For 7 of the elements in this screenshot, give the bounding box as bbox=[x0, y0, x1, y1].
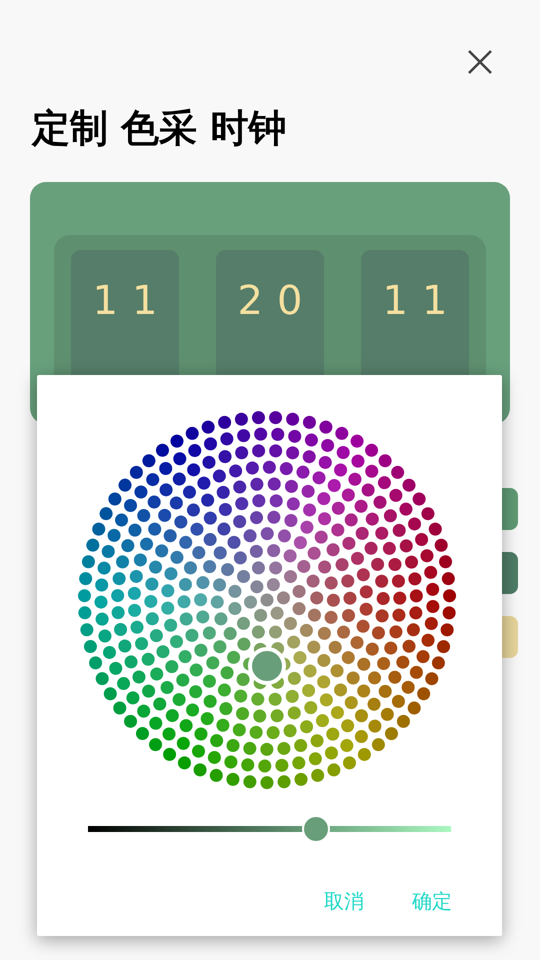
dialog-button[interactable]: 确定 bbox=[406, 884, 458, 919]
color-wheel[interactable] bbox=[77, 410, 457, 790]
close-icon[interactable] bbox=[467, 49, 493, 75]
color-selector[interactable] bbox=[248, 647, 286, 685]
dialog-button[interactable]: 取消 bbox=[318, 884, 370, 919]
page-title: 定制 色采 时钟 bbox=[32, 105, 288, 152]
slider-thumb[interactable] bbox=[304, 817, 328, 841]
